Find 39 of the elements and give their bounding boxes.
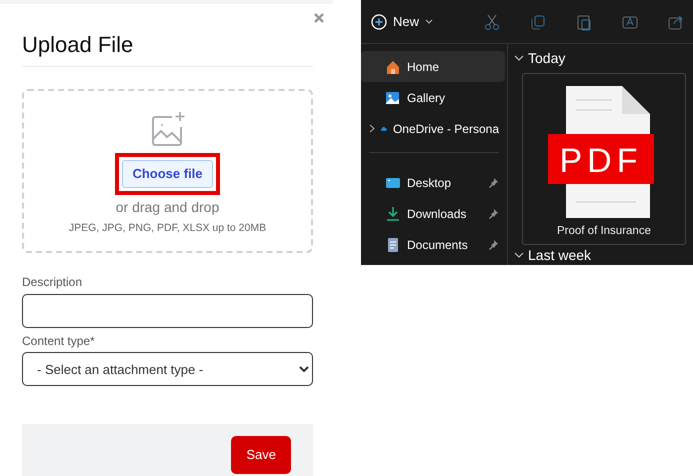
copy-icon[interactable] xyxy=(529,12,548,30)
pin-icon xyxy=(487,176,499,188)
pin-icon xyxy=(487,238,499,250)
section-header[interactable]: Last week xyxy=(514,246,592,264)
save-button[interactable]: Save xyxy=(231,436,291,474)
sidebar-item[interactable]: OneDrive - Persona xyxy=(361,113,505,144)
plus-circle-icon xyxy=(371,14,387,30)
file-tile[interactable]: PDF Proof of Insurance xyxy=(522,72,686,245)
close-button[interactable] xyxy=(313,12,325,24)
download-icon xyxy=(385,206,401,222)
home-icon xyxy=(385,58,401,74)
choose-file-button[interactable]: Choose file xyxy=(122,160,213,188)
field-label: Description xyxy=(22,275,84,290)
field-label: Content type* xyxy=(22,334,96,348)
section-header[interactable]: Today xyxy=(514,50,566,67)
gallery-icon xyxy=(385,90,401,106)
format-hint: JPEG, JPG, PNG, PDF, XLSX up to 20MB xyxy=(68,220,266,236)
attachment-type-select[interactable]: - Select an attachment type - xyxy=(22,352,313,386)
sidebar-item[interactable]: Downloads xyxy=(361,198,505,229)
caret-icon xyxy=(425,18,434,24)
description-field[interactable] xyxy=(22,294,313,328)
dialog-title: Upload File xyxy=(22,32,313,68)
document-icon xyxy=(385,236,401,252)
sidebar-item[interactable]: Home xyxy=(361,51,505,82)
sidebar-item[interactable]: Gallery xyxy=(361,82,505,113)
paste-icon[interactable] xyxy=(575,12,594,30)
image-add-icon xyxy=(150,111,186,148)
file-name: Proof of Insurance xyxy=(557,224,651,239)
sidebar-item[interactable]: Desktop xyxy=(361,167,505,198)
drag-hint: or drag and drop xyxy=(116,200,220,214)
cut-icon[interactable] xyxy=(483,12,502,30)
new-button[interactable]: New xyxy=(371,12,440,32)
sidebar-item[interactable]: Documents xyxy=(361,229,505,260)
pin-icon xyxy=(487,208,499,220)
chevron-down-icon xyxy=(514,251,524,260)
chevron-icon xyxy=(369,124,375,133)
share-icon[interactable] xyxy=(667,12,686,30)
close-icon xyxy=(313,12,325,24)
chevron-down-icon xyxy=(514,54,524,62)
